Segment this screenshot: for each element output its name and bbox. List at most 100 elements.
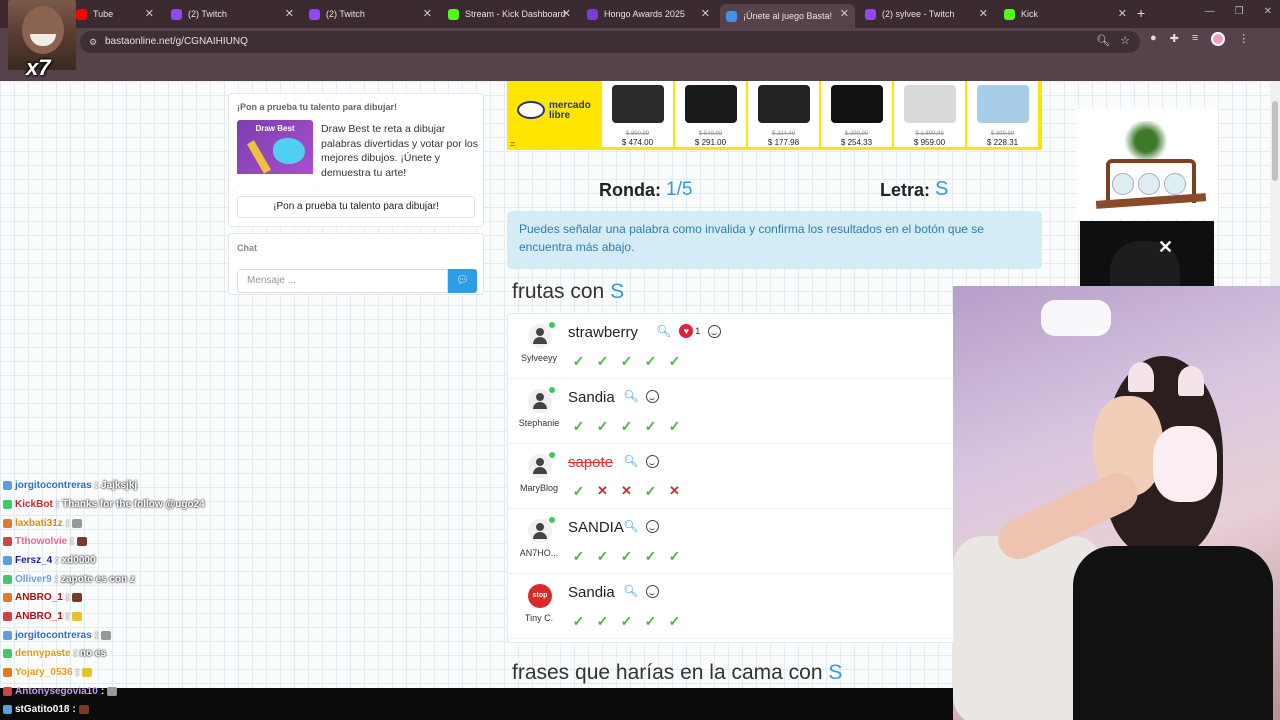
emoji-react-icon[interactable]: [646, 519, 660, 533]
ad-product[interactable]: $ 549,99 $ 291.00: [675, 81, 746, 147]
tab-close-icon[interactable]: ✕: [423, 7, 432, 20]
answer-word[interactable]: sapote: [568, 454, 613, 471]
chat-message-input[interactable]: Mensaje ...: [237, 269, 448, 293]
ad-close-icon[interactable]: ✕: [1158, 237, 1173, 258]
browser-tab[interactable]: Tube ✕: [70, 4, 160, 24]
chat-username[interactable]: ANBRO_1: [15, 611, 63, 622]
menu-kebab-icon[interactable]: ⋮: [1238, 32, 1249, 46]
tab-close-icon[interactable]: ✕: [562, 7, 571, 20]
search-icon[interactable]: 🔍︎: [656, 324, 671, 338]
maximize-icon[interactable]: ❐: [1235, 6, 1244, 17]
check-vote-icon[interactable]: ✓: [642, 419, 659, 433]
chat-username[interactable]: Antonysegovia10: [15, 686, 98, 697]
browser-tab[interactable]: ¡Únete al juego Basta! ✕: [720, 4, 855, 28]
answer-word[interactable]: Sandia: [568, 389, 615, 406]
answer-word[interactable]: strawberry: [568, 324, 638, 341]
chat-username[interactable]: dennypaste: [15, 648, 71, 659]
browser-tab[interactable]: (2) Twitch ✕: [303, 4, 438, 24]
check-vote-icon[interactable]: ✓: [666, 419, 683, 433]
check-vote-icon[interactable]: ✓: [618, 614, 635, 628]
promo-button[interactable]: ¡Pon a prueba tu talento para dibujar!: [237, 196, 475, 218]
chat-username[interactable]: Olliver9: [15, 574, 52, 585]
answer-word[interactable]: SANDIA: [568, 519, 624, 536]
minimize-icon[interactable]: —: [1205, 6, 1215, 17]
check-vote-icon[interactable]: ✓: [642, 614, 659, 628]
browser-tab[interactable]: (2) sylvee - Twitch ✕: [859, 4, 994, 24]
url-text[interactable]: bastaonline.net/g/CGNAIHIUNQ: [105, 36, 248, 47]
scrollbar-thumb[interactable]: [1272, 101, 1278, 181]
browser-tab[interactable]: Kick ✕: [998, 4, 1133, 24]
omnibox[interactable]: ⚙ bastaonline.net/g/CGNAIHIUNQ 🔍︎ ☆: [80, 31, 1140, 53]
puzzle-icon[interactable]: ✚: [1170, 32, 1179, 46]
new-tab-button[interactable]: +: [1137, 5, 1145, 21]
ad-product[interactable]: $ 224,49 $ 177.98: [748, 81, 819, 147]
user-badge-icon: [3, 519, 12, 528]
check-vote-icon[interactable]: ✓: [642, 484, 659, 498]
tab-close-icon[interactable]: ✕: [979, 7, 988, 20]
check-vote-icon[interactable]: ✓: [618, 549, 635, 563]
mercadolibre-ad-banner[interactable]: mercado libre = $ 890,99 $ 474.00 $ 549,99…: [507, 81, 1042, 150]
check-vote-icon[interactable]: ✓: [618, 419, 635, 433]
chat-username[interactable]: ANBRO_1: [15, 592, 63, 603]
hoodie-ad[interactable]: [1080, 221, 1214, 287]
check-vote-icon[interactable]: ✓: [594, 419, 611, 433]
emoji-react-icon[interactable]: [708, 324, 722, 338]
check-vote-icon[interactable]: ✓: [594, 549, 611, 563]
ad-product[interactable]: $ 299,99 $ 254.33: [821, 81, 892, 147]
check-vote-icon[interactable]: ✓: [618, 354, 635, 368]
chat-username[interactable]: jorgitocontreras: [15, 480, 92, 491]
emoji-react-icon[interactable]: [646, 584, 660, 598]
close-window-icon[interactable]: ✕: [1264, 6, 1272, 17]
zoom-icon[interactable]: 🔍︎: [1096, 34, 1110, 47]
browser-tab[interactable]: Stream - Kick Dashboard ✕: [442, 4, 577, 24]
chat-username[interactable]: stGatito018: [15, 704, 69, 715]
search-icon[interactable]: 🔍︎: [623, 519, 638, 533]
chat-username[interactable]: jorgitocontreras: [15, 630, 92, 641]
emoji-react-icon[interactable]: [646, 389, 660, 403]
chat-username[interactable]: Yojary_0536: [15, 667, 73, 678]
draw-best-thumbnail[interactable]: Draw Best: [237, 120, 313, 186]
tab-close-icon[interactable]: ✕: [285, 7, 294, 20]
chat-username[interactable]: Tthowolvie: [15, 536, 67, 547]
tab-search-icon[interactable]: ≡: [1192, 32, 1198, 46]
search-icon[interactable]: 🔍︎: [623, 584, 638, 598]
send-message-button[interactable]: 💬︎: [448, 269, 477, 293]
check-vote-icon[interactable]: ✓: [570, 614, 587, 628]
answer-word[interactable]: Sandia: [568, 584, 615, 601]
tab-close-icon[interactable]: ✕: [1118, 7, 1127, 20]
tab-close-icon[interactable]: ✕: [840, 7, 849, 20]
browser-tab[interactable]: Hongo Awards 2025 ✕: [581, 4, 716, 24]
browser-tab[interactable]: (2) Twitch ✕: [165, 4, 300, 24]
check-vote-icon[interactable]: ✓: [642, 354, 659, 368]
check-vote-icon[interactable]: ✓: [570, 549, 587, 563]
check-vote-icon[interactable]: ✓: [666, 614, 683, 628]
search-icon[interactable]: 🔍︎: [623, 389, 638, 403]
ad-product[interactable]: $ 1.899,99 $ 959.00: [894, 81, 965, 147]
cross-vote-icon[interactable]: ✕: [666, 484, 683, 498]
check-vote-icon[interactable]: ✓: [666, 549, 683, 563]
ad-product[interactable]: $ 890,99 $ 474.00: [602, 81, 673, 147]
check-vote-icon[interactable]: ✓: [666, 354, 683, 368]
extension-icon[interactable]: ●: [1150, 32, 1157, 46]
site-info-icon[interactable]: ⚙: [89, 37, 99, 47]
cross-vote-icon[interactable]: ✕: [618, 484, 635, 498]
check-vote-icon[interactable]: ✓: [570, 354, 587, 368]
chat-username[interactable]: KickBot: [15, 499, 53, 510]
likes-counter[interactable]: ♥ 1: [679, 324, 700, 338]
chat-username[interactable]: laxbati31z: [15, 518, 63, 529]
check-vote-icon[interactable]: ✓: [594, 614, 611, 628]
cross-vote-icon[interactable]: ✕: [594, 484, 611, 498]
profile-avatar[interactable]: [1211, 32, 1226, 46]
plant-ad[interactable]: [1076, 109, 1218, 219]
ad-product[interactable]: $ 399,99 $ 228.31: [967, 81, 1038, 147]
search-icon[interactable]: 🔍︎: [623, 454, 638, 468]
check-vote-icon[interactable]: ✓: [570, 484, 587, 498]
check-vote-icon[interactable]: ✓: [594, 354, 611, 368]
emoji-react-icon[interactable]: [646, 454, 660, 468]
tab-close-icon[interactable]: ✕: [145, 7, 154, 20]
check-vote-icon[interactable]: ✓: [570, 419, 587, 433]
tab-close-icon[interactable]: ✕: [701, 7, 710, 20]
chat-username[interactable]: Fersz_4: [15, 555, 52, 566]
bookmark-star-icon[interactable]: ☆: [1120, 34, 1130, 47]
check-vote-icon[interactable]: ✓: [642, 549, 659, 563]
